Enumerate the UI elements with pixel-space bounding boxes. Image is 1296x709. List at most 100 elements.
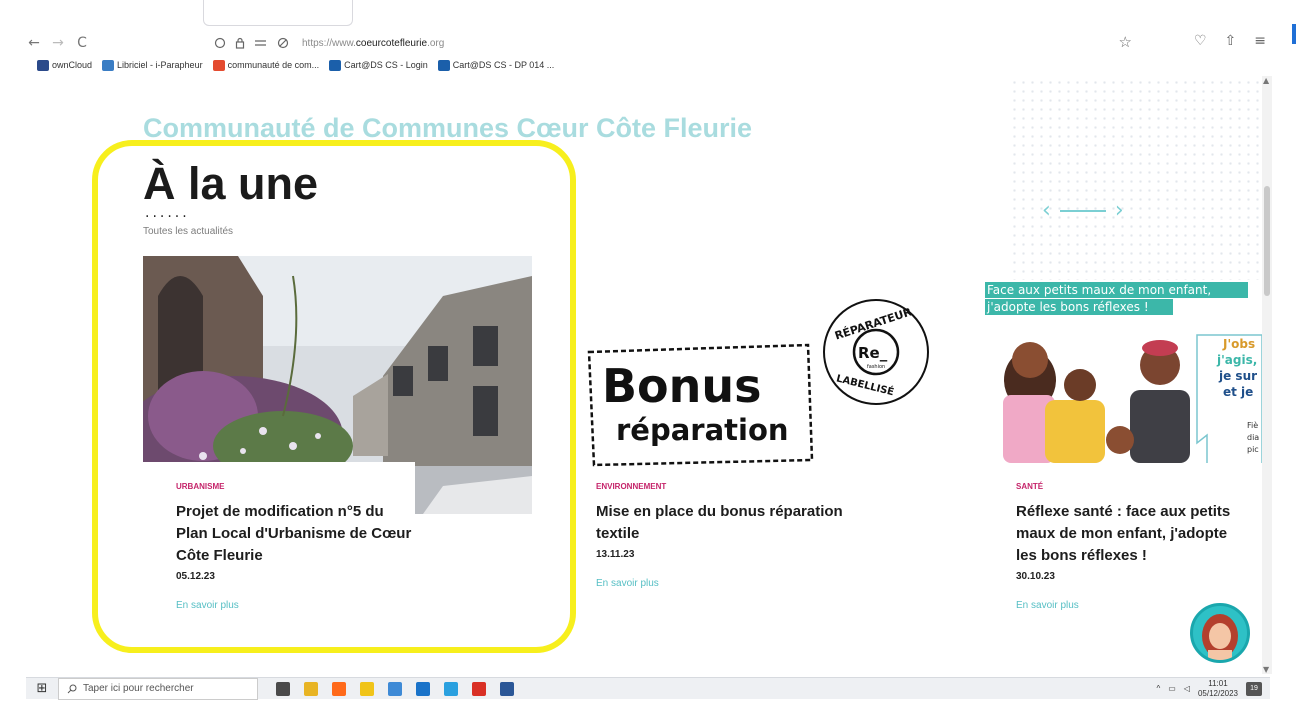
- re-fashion-logo: Re_: [858, 344, 888, 362]
- taskbar-search[interactable]: Taper ici pour rechercher: [58, 677, 258, 700]
- menu-icon[interactable]: ≡: [1254, 33, 1266, 49]
- bookmark-favicon-icon: [212, 59, 225, 71]
- bookmark-favicon-icon: [37, 59, 49, 71]
- chatbot-avatar[interactable]: [1190, 603, 1250, 663]
- sante-banner-line2: j'adopte les bons réflexes !: [986, 300, 1149, 314]
- scroll-up-icon[interactable]: ▲: [1263, 76, 1269, 85]
- windows-start-icon[interactable]: ⊞: [26, 681, 58, 696]
- windows-taskbar: ⊞ Taper ici pour rechercher ^ ▭ ◁ 11:01 …: [26, 677, 1270, 700]
- sante-side2: j'agis,: [1216, 353, 1257, 367]
- reload-button[interactable]: C: [70, 31, 94, 55]
- back-button[interactable]: ←: [22, 31, 46, 55]
- chrome-icon[interactable]: [472, 681, 486, 696]
- bonus-word: Bonus: [602, 359, 762, 413]
- forward-button[interactable]: →: [46, 31, 70, 55]
- page-headline: À la une: [143, 158, 319, 209]
- bonus-reparation-graphic: Bonus réparation Re_ fashion RÉPARATEUR …: [587, 299, 929, 467]
- card-3-date: 30.10.23: [1016, 571, 1055, 582]
- reload-icon: C: [77, 35, 87, 51]
- word-icon[interactable]: [500, 681, 514, 696]
- card-3-image[interactable]: Face aux petits maux de mon enfant, j'ad…: [985, 280, 1262, 463]
- browser-tools: ♡ ⇧ ≡: [1194, 33, 1266, 49]
- all-news-link[interactable]: Toutes les actualités: [143, 226, 233, 237]
- card-2-read-more[interactable]: En savoir plus: [596, 578, 856, 589]
- sante-small2: dia: [1247, 433, 1259, 442]
- carousel-nav: ‹ ›: [1042, 198, 1124, 223]
- bookmark-star-icon[interactable]: ☆: [1119, 33, 1132, 51]
- permissions-icon: [255, 40, 266, 46]
- share-icon[interactable]: ⇧: [1225, 33, 1237, 49]
- bookmark-item[interactable]: Libriciel - i-Parapheur: [102, 59, 203, 71]
- bookmark-label: Libriciel - i-Parapheur: [117, 60, 203, 70]
- network-icon[interactable]: ▭: [1168, 684, 1176, 693]
- scroll-down-icon[interactable]: ▼: [1263, 665, 1269, 674]
- card-2-image[interactable]: Bonus réparation Re_ fashion RÉPARATEUR …: [586, 290, 936, 470]
- tracking-icon: [277, 37, 289, 49]
- window-accent: [1292, 24, 1296, 44]
- volume-icon[interactable]: ◁: [1184, 684, 1190, 693]
- carousel-next-icon[interactable]: ›: [1115, 198, 1124, 223]
- card-1-category[interactable]: URBANISME: [176, 482, 415, 491]
- back-arrow-icon: ←: [28, 35, 40, 51]
- bookmark-item[interactable]: ownCloud: [37, 59, 93, 71]
- scrollbar[interactable]: ▲ ▼: [1262, 76, 1272, 674]
- firefox-icon[interactable]: [332, 681, 346, 696]
- paint-icon[interactable]: [388, 681, 402, 696]
- card-2-date: 13.11.23: [596, 549, 635, 560]
- bookmark-favicon-icon: [329, 59, 342, 71]
- pocket-icon[interactable]: ♡: [1194, 33, 1207, 49]
- search-icon: [67, 684, 77, 693]
- carousel-line: [1059, 209, 1106, 212]
- url-suffix: .org: [427, 37, 445, 49]
- headline-dots: ......: [145, 205, 190, 221]
- card-1-read-more[interactable]: En savoir plus: [176, 600, 415, 611]
- assistant-face-icon: [1202, 614, 1238, 660]
- url-text[interactable]: https://www.coeurcotefleurie.org: [302, 38, 444, 49]
- bookmark-item[interactable]: communauté de com...: [212, 59, 319, 71]
- card-3-category[interactable]: SANTÉ: [1016, 482, 1246, 491]
- bookmarks-bar: ownCloud Libriciel - i-Parapheur communaut…: [37, 56, 554, 74]
- lock-icon: [235, 37, 245, 49]
- bookmark-item[interactable]: Cart@DS CS - Login: [329, 59, 428, 71]
- clock[interactable]: 11:01 05/12/2023: [1198, 679, 1238, 699]
- sante-side4: et je: [1223, 385, 1253, 399]
- bookmark-item[interactable]: Cart@DS CS - DP 014 ...: [437, 59, 554, 71]
- taskbar-search-placeholder: Taper ici pour rechercher: [83, 683, 194, 694]
- site-title: Communauté de Communes Cœur Côte Fleurie: [143, 113, 753, 143]
- sante-banner-line1: Face aux petits maux de mon enfant,: [987, 283, 1211, 297]
- file-explorer-icon[interactable]: [304, 681, 318, 696]
- notifications-icon[interactable]: 19: [1246, 681, 1262, 696]
- sticky-notes-icon[interactable]: [360, 681, 374, 696]
- task-view-icon[interactable]: [276, 681, 290, 696]
- bookmark-label: Cart@DS CS - Login: [344, 60, 428, 70]
- wifi-icon[interactable]: [444, 681, 458, 696]
- card-2-meta: ENVIRONNEMENT Mise en place du bonus rép…: [596, 482, 856, 589]
- sante-side1: J'obs: [1222, 337, 1255, 351]
- card-3-title[interactable]: Réflexe santé : face aux petits maux de …: [1016, 501, 1246, 567]
- bookmark-label: ownCloud: [52, 60, 93, 70]
- taskbar-apps: [276, 681, 514, 696]
- screen: ← → C https://www.coeurcotefleurie.org ☆…: [0, 0, 1296, 709]
- card-3-meta: SANTÉ Réflexe santé : face aux petits ma…: [1016, 482, 1246, 611]
- dotted-pattern: [1010, 78, 1262, 308]
- carousel-prev-icon[interactable]: ‹: [1042, 198, 1051, 223]
- card-1-title[interactable]: Projet de modification n°5 du Plan Local…: [176, 501, 415, 567]
- clock-time: 11:01: [1208, 678, 1228, 688]
- sante-small3: pic: [1247, 445, 1259, 454]
- sante-small1: Fiè: [1247, 420, 1258, 430]
- active-tab[interactable]: [203, 0, 353, 26]
- tray-chevron-icon[interactable]: ^: [1156, 684, 1160, 693]
- forward-arrow-icon: →: [52, 35, 64, 51]
- address-bar[interactable]: https://www.coeurcotefleurie.org: [214, 37, 444, 49]
- notification-count: 19: [1250, 685, 1258, 692]
- re-fashion-sub: fashion: [867, 364, 885, 370]
- bookmark-favicon-icon: [102, 59, 115, 71]
- outlook-icon[interactable]: [416, 681, 430, 696]
- card-2-category[interactable]: ENVIRONNEMENT: [596, 482, 856, 491]
- bookmark-favicon-icon: [437, 59, 450, 71]
- clock-date: 05/12/2023: [1197, 688, 1238, 698]
- url-prefix: https://www.: [302, 37, 356, 49]
- card-2-title[interactable]: Mise en place du bonus réparation textil…: [596, 501, 856, 545]
- scroll-thumb[interactable]: [1264, 186, 1270, 296]
- card-1-date: 05.12.23: [176, 571, 215, 582]
